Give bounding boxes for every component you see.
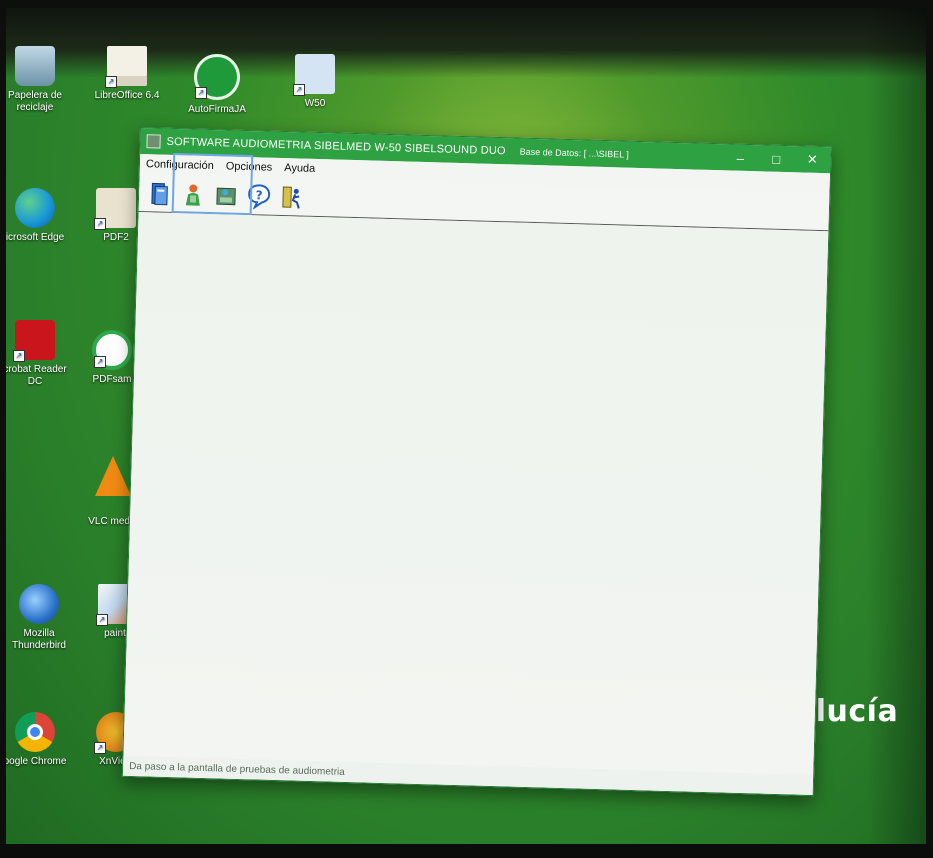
- app-window-icon: [146, 134, 161, 149]
- desktop-icon-chrome[interactable]: oogle Chrome: [6, 712, 74, 768]
- chrome-icon: [15, 712, 55, 752]
- desktop-icon-label: Mozilla Thunderbird: [12, 628, 66, 651]
- toolbar-patient-button[interactable]: [178, 178, 209, 211]
- exit-icon: [282, 186, 300, 209]
- database-info: Base de Datos: [ ...\SIBEL ]: [519, 146, 630, 160]
- pdfsam-icon: ↗: [92, 330, 132, 370]
- desktop-icon-recycle-bin[interactable]: Papelera de reciclaje: [6, 46, 74, 114]
- edge-icon: [15, 188, 55, 228]
- audiometry-test-icon: [216, 187, 236, 205]
- menu-opciones[interactable]: Opciones: [220, 160, 279, 174]
- minimize-button[interactable]: –: [722, 144, 759, 171]
- screen-bottom-edge: [0, 844, 933, 858]
- desktop-icon-label: oogle Chrome: [6, 756, 67, 767]
- acrobat-icon: ↗: [13, 320, 55, 362]
- close-button[interactable]: ✕: [794, 146, 831, 173]
- desktop-icon-label: icrosoft Edge: [6, 232, 65, 243]
- desktop-icon-thunderbird[interactable]: Mozilla Thunderbird: [6, 584, 78, 652]
- desktop-icon-label: LibreOffice 6.4: [94, 90, 160, 101]
- desktop-icon-label: PDFsam: [92, 374, 132, 385]
- window-controls: – □ ✕: [722, 144, 831, 173]
- app-window: SOFTWARE AUDIOMETRIA SIBELMED W-50 SIBEL…: [121, 127, 832, 797]
- toolbar-exit-button[interactable]: [277, 180, 308, 213]
- database-icon: [151, 182, 168, 205]
- toolbar-database-button[interactable]: [145, 177, 176, 210]
- toolbar-help-button[interactable]: ?: [244, 179, 275, 212]
- desktop-icon-label: Papelera de reciclaje: [8, 90, 62, 113]
- toolbar-audiometry-test-button[interactable]: [211, 179, 242, 212]
- w50-icon: ↗: [293, 54, 335, 96]
- maximize-button[interactable]: □: [758, 145, 795, 172]
- menu-ayuda[interactable]: Ayuda: [278, 162, 321, 175]
- desktop-icon-edge[interactable]: icrosoft Edge: [6, 188, 74, 244]
- desktop-icon-libreoffice[interactable]: ↗ LibreOffice 6.4: [88, 46, 166, 102]
- desktop-icon-w50[interactable]: ↗ W50: [276, 54, 354, 110]
- desktop-icon-label: crobat Reader DC: [6, 364, 67, 387]
- thunderbird-icon: [19, 584, 59, 624]
- help-icon: ?: [248, 183, 271, 210]
- svg-text:?: ?: [255, 188, 262, 202]
- status-text: Da paso a la pantalla de pruebas de audi…: [129, 760, 345, 778]
- autofirma-icon: ↗: [194, 54, 240, 100]
- window-title: SOFTWARE AUDIOMETRIA SIBELMED W-50 SIBEL…: [166, 135, 506, 158]
- desktop-icon-acrobat[interactable]: ↗ crobat Reader DC: [6, 320, 74, 388]
- desktop-icon-label: PDF2: [103, 232, 129, 243]
- desktop-icon-label: W50: [304, 98, 326, 109]
- main-client-area: [123, 211, 829, 776]
- libreoffice-icon: ↗: [105, 46, 147, 88]
- menu-configuracion[interactable]: Configuración: [140, 158, 220, 172]
- recycle-bin-icon: [15, 46, 55, 86]
- pdf24-icon: ↗: [94, 188, 136, 230]
- patient-icon: [185, 184, 200, 206]
- desktop-icon-label: AutoFirmaJA: [188, 104, 246, 115]
- desktop-icon-autofirma[interactable]: ↗ AutoFirmaJA: [178, 54, 256, 116]
- vlc-icon: [95, 456, 131, 496]
